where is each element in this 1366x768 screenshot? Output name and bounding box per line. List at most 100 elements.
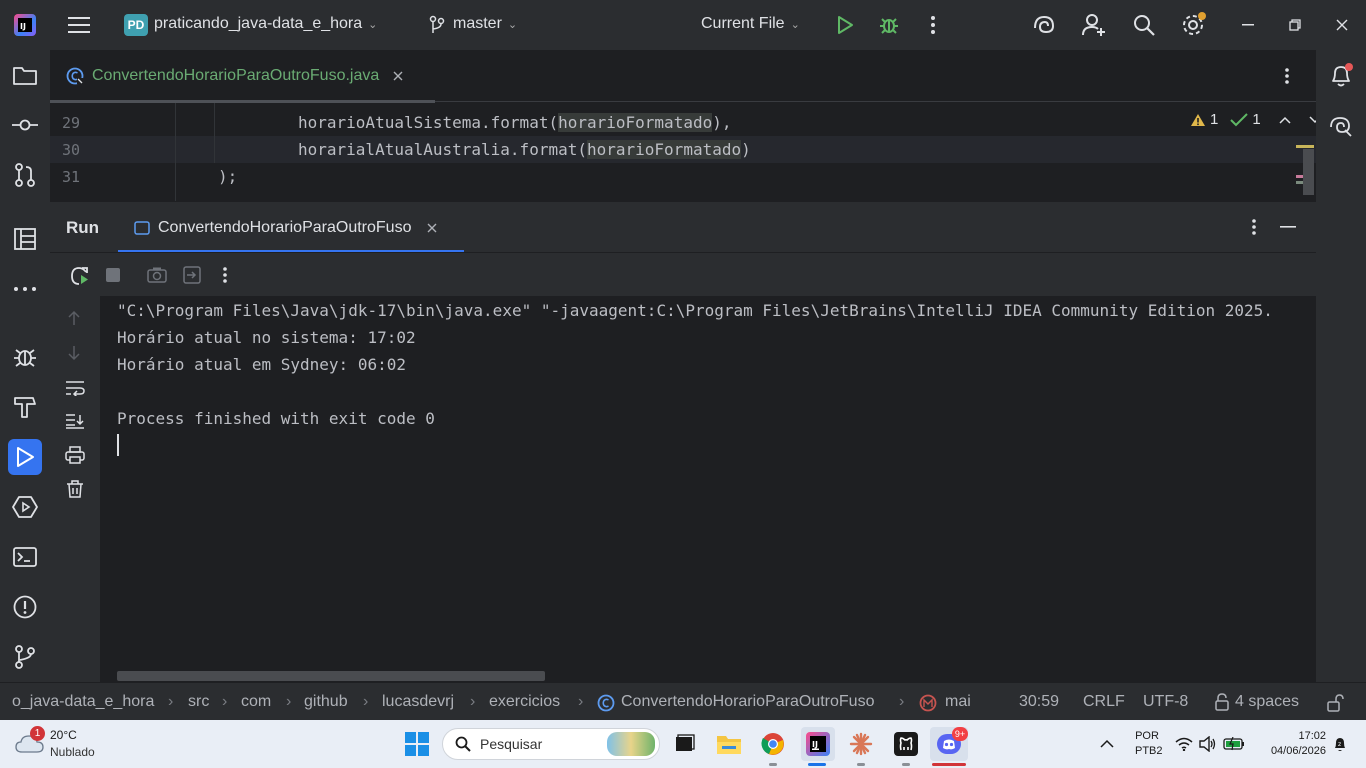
breadcrumb-item[interactable]: ConvertendoHorarioParaOutroFuso bbox=[621, 693, 874, 711]
windows-start-icon[interactable] bbox=[403, 730, 431, 758]
branch-selector[interactable]: master ⌄ bbox=[453, 15, 517, 33]
notifications-bell-icon[interactable] bbox=[1326, 60, 1356, 90]
restore-icon[interactable] bbox=[1285, 15, 1305, 35]
chevron-up-icon[interactable] bbox=[1279, 116, 1291, 124]
line-number: 30 bbox=[61, 140, 80, 159]
editor-file-tab[interactable]: ConvertendoHorarioParaOutroFuso.java bbox=[50, 50, 435, 103]
indent-setting[interactable]: 4 spaces bbox=[1235, 693, 1299, 711]
ai-assistant-icon[interactable] bbox=[1031, 13, 1057, 37]
discord-icon[interactable]: 9+ bbox=[930, 727, 968, 761]
task-view-icon[interactable] bbox=[670, 730, 698, 758]
line-separator[interactable]: CRLF bbox=[1083, 693, 1125, 711]
breadcrumb-item[interactable]: mai bbox=[945, 693, 971, 711]
file-tab-label: ConvertendoHorarioParaOutroFuso.java bbox=[92, 67, 380, 84]
more-run-actions-icon[interactable] bbox=[223, 267, 227, 283]
screenshot-icon[interactable] bbox=[147, 267, 167, 283]
inspection-widget[interactable]: 1 1 bbox=[1190, 111, 1316, 128]
breadcrumb-item[interactable]: exercicios bbox=[489, 693, 560, 711]
weather-description[interactable]: Nublado bbox=[50, 745, 95, 759]
breadcrumb-item[interactable]: o_java-data_e_hora bbox=[12, 693, 154, 711]
clock[interactable]: 17:02 04/06/2026 bbox=[1256, 730, 1326, 757]
breadcrumb-separator: › bbox=[286, 693, 292, 710]
commit-icon[interactable] bbox=[10, 110, 40, 140]
debug-tool-icon[interactable] bbox=[10, 342, 40, 372]
breadcrumb-item[interactable]: com bbox=[241, 693, 271, 711]
breadcrumb-separator: › bbox=[222, 693, 228, 710]
breadcrumb-item[interactable]: github bbox=[304, 693, 348, 711]
add-user-icon[interactable] bbox=[1081, 12, 1107, 38]
search-icon[interactable] bbox=[1131, 12, 1157, 38]
build-hammer-icon[interactable] bbox=[10, 392, 40, 422]
project-folder-icon[interactable] bbox=[10, 60, 40, 90]
breadcrumb-item[interactable]: lucasdevrj bbox=[382, 693, 454, 711]
close-window-icon[interactable] bbox=[1332, 15, 1352, 35]
intellij-logo-icon[interactable]: IJ bbox=[14, 14, 36, 36]
hide-panel-icon[interactable] bbox=[1280, 226, 1296, 228]
services-icon[interactable] bbox=[10, 492, 40, 522]
minimize-icon[interactable] bbox=[1238, 15, 1258, 35]
github-desktop-icon[interactable] bbox=[892, 730, 920, 758]
run-config-selector[interactable]: Current File ⌄ bbox=[701, 15, 800, 33]
line-number: 29 bbox=[61, 113, 80, 132]
scroll-down-icon[interactable] bbox=[67, 345, 81, 361]
claude-icon[interactable] bbox=[847, 730, 875, 758]
editor-scrollbar[interactable] bbox=[1303, 149, 1314, 195]
run-icon[interactable] bbox=[834, 14, 856, 36]
clear-all-trash-icon[interactable] bbox=[66, 480, 84, 498]
console-window-icon bbox=[134, 220, 150, 235]
intellij-taskbar-icon[interactable]: IJ bbox=[801, 727, 835, 761]
clock-time: 17:02 bbox=[1298, 730, 1326, 742]
horizontal-scrollbar[interactable] bbox=[117, 671, 545, 681]
close-tab-icon[interactable] bbox=[393, 71, 403, 81]
more-tools-icon[interactable] bbox=[10, 274, 40, 304]
weather-cloud-icon[interactable]: 1 bbox=[14, 726, 46, 756]
main-menu-icon[interactable] bbox=[66, 13, 92, 37]
breadcrumb-item[interactable]: src bbox=[188, 693, 209, 711]
project-selector[interactable]: praticando_java-data_e_hora ⌄ bbox=[154, 15, 377, 33]
editor-tab-bar: ConvertendoHorarioParaOutroFuso.java bbox=[50, 50, 1316, 103]
restore-layout-icon[interactable] bbox=[183, 266, 201, 284]
breadcrumb-separator: › bbox=[470, 693, 476, 710]
pull-requests-icon[interactable] bbox=[10, 160, 40, 190]
chrome-icon[interactable] bbox=[759, 730, 787, 758]
debug-icon[interactable] bbox=[877, 14, 901, 36]
active-indicator bbox=[808, 763, 826, 766]
soft-wrap-icon[interactable] bbox=[65, 380, 85, 396]
taskbar-search-box[interactable]: Pesquisar bbox=[442, 728, 660, 760]
caret-position[interactable]: 30:59 bbox=[1019, 693, 1059, 711]
volume-icon[interactable] bbox=[1198, 734, 1218, 754]
problems-icon[interactable] bbox=[10, 592, 40, 622]
search-highlight-image bbox=[607, 732, 655, 756]
settings-icon[interactable] bbox=[1180, 11, 1208, 39]
git-icon[interactable] bbox=[10, 642, 40, 672]
weather-temp[interactable]: 20°C bbox=[50, 728, 77, 742]
console-line: "C:\Program Files\Java\jdk-17\bin\java.e… bbox=[117, 301, 1273, 320]
run-options-icon[interactable] bbox=[1252, 219, 1256, 235]
scroll-up-icon[interactable] bbox=[67, 310, 81, 326]
battery-charging-icon[interactable] bbox=[1222, 734, 1246, 754]
structure-icon[interactable] bbox=[10, 224, 40, 254]
run-config-tab[interactable]: ConvertendoHorarioParaOutroFuso bbox=[118, 202, 464, 253]
wifi-icon[interactable] bbox=[1174, 734, 1194, 754]
console-line: Process finished with exit code 0 bbox=[117, 409, 435, 428]
terminal-icon[interactable] bbox=[10, 542, 40, 572]
chevron-down-icon[interactable] bbox=[1309, 115, 1316, 124]
print-icon[interactable] bbox=[65, 446, 85, 464]
more-actions-icon[interactable] bbox=[922, 14, 944, 36]
code-editor[interactable]: 29 horarioAtualSistema.format(horarioFor… bbox=[50, 103, 1316, 201]
run-tool-icon[interactable] bbox=[8, 439, 42, 475]
rerun-icon[interactable] bbox=[70, 266, 90, 286]
input-language[interactable]: POR PTB2 bbox=[1135, 730, 1163, 757]
project-badge[interactable]: PD bbox=[124, 14, 148, 36]
file-explorer-icon[interactable] bbox=[715, 730, 743, 758]
chevron-up-icon[interactable] bbox=[1097, 734, 1117, 754]
notification-center-icon[interactable]: z bbox=[1330, 734, 1350, 754]
stop-icon[interactable] bbox=[106, 268, 120, 282]
scroll-to-end-icon[interactable] bbox=[65, 413, 85, 429]
file-encoding[interactable]: UTF-8 bbox=[1143, 693, 1188, 711]
console-output[interactable]: "C:\Program Files\Java\jdk-17\bin\java.e… bbox=[100, 296, 1316, 682]
read-only-lock-icon[interactable] bbox=[1326, 694, 1344, 712]
ai-chat-icon[interactable] bbox=[1326, 112, 1356, 142]
tab-options-icon[interactable] bbox=[1285, 68, 1289, 84]
close-run-tab-icon[interactable] bbox=[427, 223, 437, 233]
